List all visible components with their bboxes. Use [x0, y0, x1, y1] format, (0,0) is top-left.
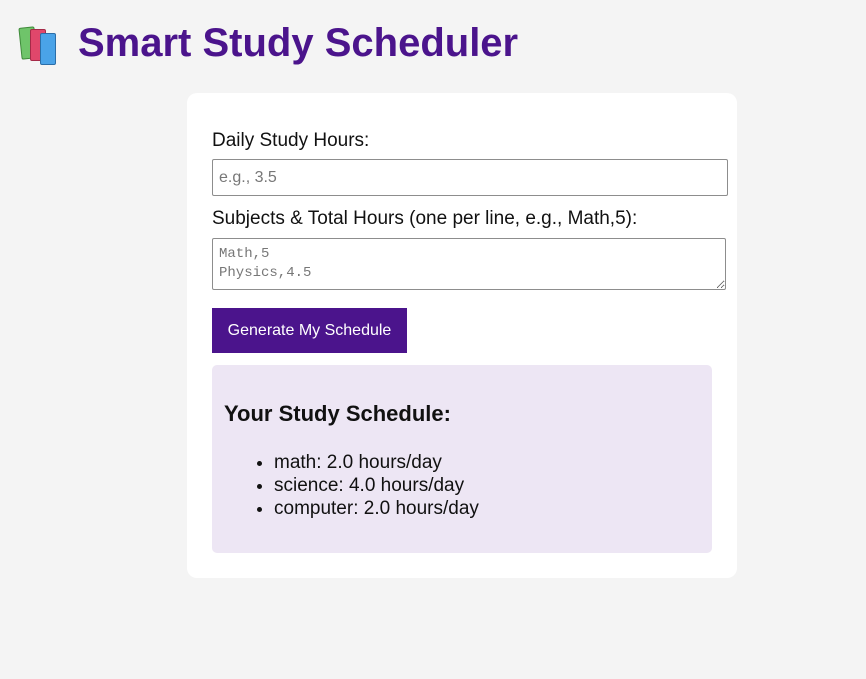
scheduler-card: Daily Study Hours: Subjects & Total Hour…: [187, 93, 737, 578]
page-title: Smart Study Scheduler: [78, 21, 519, 65]
list-item: science: 4.0 hours/day: [274, 474, 479, 497]
daily-hours-input[interactable]: [212, 159, 728, 196]
subjects-textarea[interactable]: [212, 238, 726, 290]
daily-hours-label: Daily Study Hours:: [212, 130, 370, 151]
header: Smart Study Scheduler: [18, 18, 518, 68]
generate-schedule-button[interactable]: Generate My Schedule: [212, 308, 407, 353]
schedule-list: math: 2.0 hours/day science: 4.0 hours/d…: [224, 451, 479, 520]
list-item: math: 2.0 hours/day: [274, 451, 479, 474]
books-icon: [18, 23, 62, 65]
subjects-label: Subjects & Total Hours (one per line, e.…: [212, 208, 638, 229]
schedule-result-panel: Your Study Schedule: math: 2.0 hours/day…: [212, 365, 712, 553]
schedule-title: Your Study Schedule:: [224, 401, 451, 426]
list-item: computer: 2.0 hours/day: [274, 497, 479, 520]
